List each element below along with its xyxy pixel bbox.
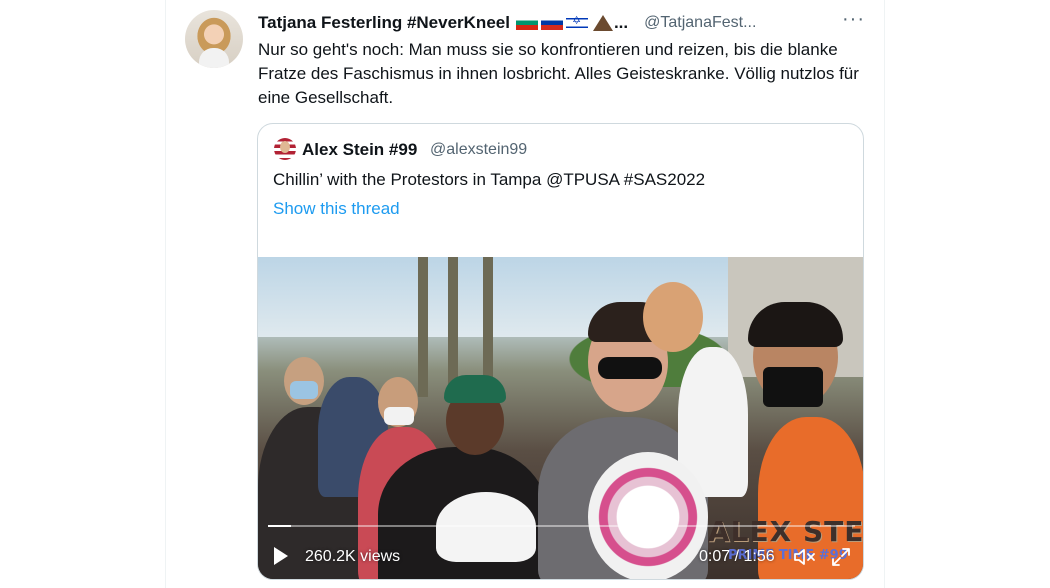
quoted-author-name: Alex Stein #99 [302, 140, 418, 159]
more-horizontal-icon[interactable]: ··· [842, 9, 864, 32]
russia-flag-icon [540, 16, 563, 30]
author-avatar[interactable] [185, 10, 243, 68]
video-hair [748, 302, 843, 347]
video-face-mask [384, 407, 414, 425]
video-cap [444, 375, 506, 403]
video-white-cap [436, 492, 536, 562]
video-time: 0:07 / 1:56 [699, 548, 775, 565]
volcano-icon [592, 15, 613, 31]
view-count: 260.2K views [305, 548, 401, 565]
quoted-author-handle: @alexstein99 [430, 141, 528, 158]
video-face [643, 282, 703, 352]
mute-icon[interactable] [793, 547, 817, 567]
video-face-mask [763, 367, 823, 407]
video-player[interactable]: ALEX STEIN PRIME TIME #99 260.2K views 0… [258, 257, 864, 579]
name-truncation: ... [613, 13, 629, 32]
watermark-title: ALEX STEIN [708, 515, 864, 548]
quoted-author-avatar [274, 138, 296, 160]
video-palm-trunk [418, 257, 428, 397]
play-icon[interactable] [274, 547, 288, 565]
timeline-left-border [165, 0, 166, 588]
tweet-header: Tatjana Festerling #NeverKneel ... @Tatj… [258, 12, 756, 34]
bulgaria-flag-icon [515, 16, 538, 30]
israel-flag-icon [565, 14, 588, 30]
show-thread-link[interactable]: Show this thread [273, 199, 400, 219]
timeline-right-border [884, 0, 885, 588]
video-progress-bar[interactable] [268, 525, 855, 527]
quoted-tweet-card[interactable]: Alex Stein #99 @alexstein99 Chillin’ wit… [257, 123, 864, 580]
author-display-name[interactable]: Tatjana Festerling #NeverKneel [258, 13, 510, 33]
tweet-text: Nur so geht's noch: Man muss sie so konf… [258, 40, 859, 107]
video-megaphone [588, 452, 708, 579]
video-face-mask [290, 381, 318, 399]
quoted-tweet-text: Chillin’ with the Protestors in Tampa @T… [273, 170, 706, 189]
author-handle[interactable]: @TatjanaFest... [644, 14, 756, 32]
fullscreen-icon[interactable] [831, 547, 851, 567]
name-emoji-flags: ... [515, 13, 629, 33]
video-sunglasses [598, 357, 662, 379]
video-progress-fill [268, 525, 292, 527]
